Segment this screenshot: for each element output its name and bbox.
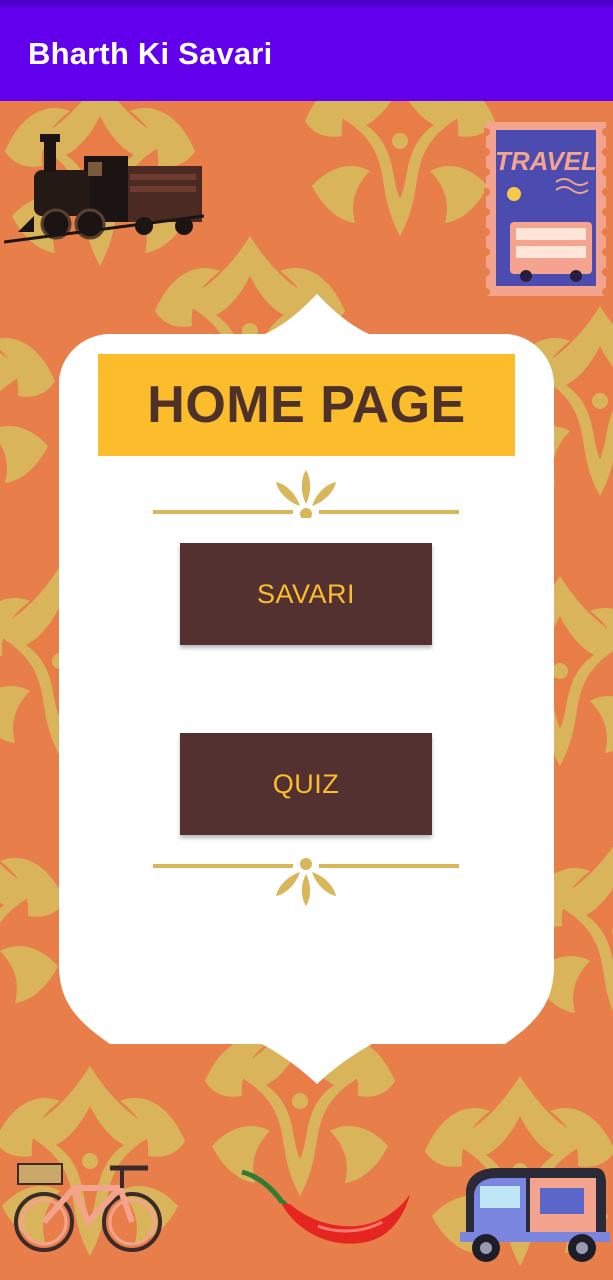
page-title-banner: HOME PAGE: [98, 354, 515, 456]
red-chili-icon: [241, 1169, 410, 1244]
travel-stamp-icon: TRAVEL: [484, 122, 608, 296]
bicycle-icon: [14, 1163, 162, 1252]
bottom-ornament-divider: [153, 858, 459, 906]
quiz-button[interactable]: QUIZ: [180, 733, 432, 835]
travel-stamp-text: TRAVEL: [495, 146, 597, 176]
steam-train-icon: [4, 134, 204, 244]
page-title: HOME PAGE: [147, 376, 466, 434]
auto-rickshaw-icon: [460, 1168, 610, 1262]
savari-button[interactable]: SAVARI: [180, 543, 432, 645]
top-ornament-divider: [153, 470, 459, 518]
